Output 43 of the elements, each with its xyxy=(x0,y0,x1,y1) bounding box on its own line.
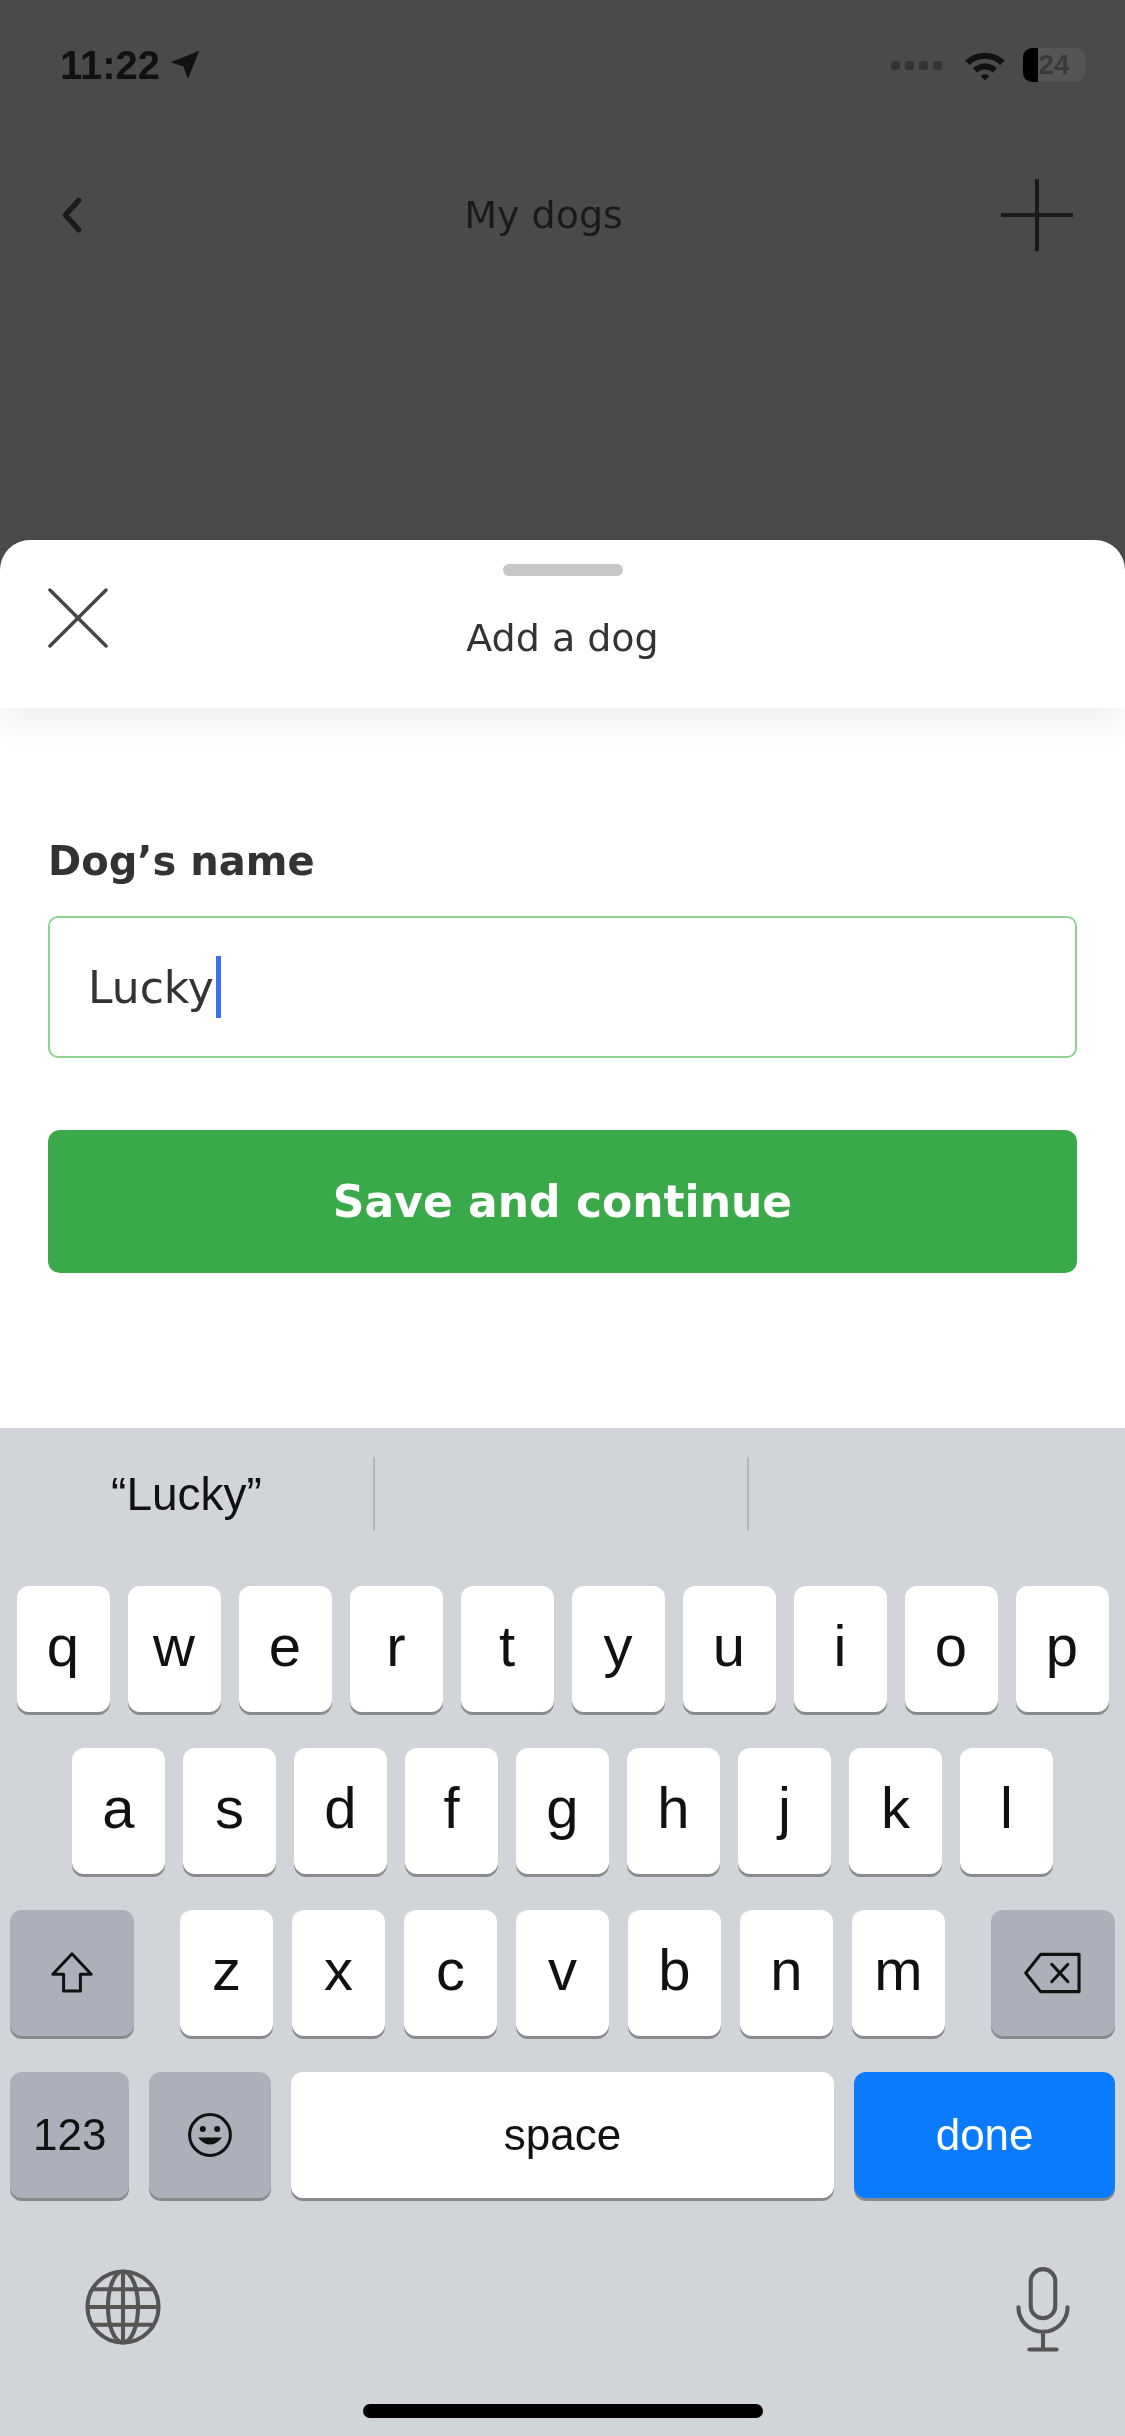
close-icon[interactable] xyxy=(48,588,108,648)
letter-key[interactable]: t xyxy=(460,1586,554,1712)
letter-key[interactable]: a xyxy=(72,1748,165,1874)
letter-key[interactable]: k xyxy=(849,1748,942,1874)
sheet-title: Add a dog xyxy=(466,616,659,660)
letter-key[interactable]: c xyxy=(404,1910,497,2036)
emoji-key[interactable] xyxy=(149,2072,271,2198)
letter-key[interactable]: x xyxy=(292,1910,385,2036)
smiley-icon xyxy=(186,2111,235,2159)
backspace-icon xyxy=(1022,1950,1084,1996)
shift-key[interactable] xyxy=(10,1910,134,2036)
letter-key[interactable]: l xyxy=(960,1748,1053,1874)
microphone-icon[interactable] xyxy=(1013,2266,1073,2354)
letter-key[interactable]: b xyxy=(628,1910,721,2036)
letter-key[interactable]: p xyxy=(1015,1586,1109,1712)
letter-key[interactable]: m xyxy=(852,1910,945,2036)
field-label: Dog’s name xyxy=(48,838,316,884)
letter-key[interactable]: w xyxy=(127,1586,221,1712)
letter-key[interactable]: o xyxy=(904,1586,998,1712)
done-key[interactable]: done xyxy=(854,2072,1115,2198)
letter-key[interactable]: g xyxy=(516,1748,609,1874)
space-key[interactable]: space xyxy=(290,2072,835,2198)
globe-icon[interactable] xyxy=(82,2266,164,2348)
letter-key[interactable]: n xyxy=(740,1910,833,2036)
letter-key[interactable]: z xyxy=(180,1910,273,2036)
letter-key[interactable]: u xyxy=(682,1586,776,1712)
letter-key[interactable]: e xyxy=(238,1586,332,1712)
letter-key[interactable]: h xyxy=(627,1748,720,1874)
letter-key[interactable]: f xyxy=(405,1748,498,1874)
letter-key[interactable]: r xyxy=(349,1586,443,1712)
letter-key[interactable]: i xyxy=(793,1586,887,1712)
suggestion[interactable]: “Lucky” xyxy=(0,1467,373,1521)
drag-handle[interactable] xyxy=(503,564,623,576)
status-time: 11:22 xyxy=(60,42,161,88)
delete-key[interactable] xyxy=(991,1910,1115,2036)
name-input-field[interactable]: Lucky xyxy=(48,916,1077,1058)
letter-key[interactable]: j xyxy=(738,1748,831,1874)
letter-key[interactable]: q xyxy=(16,1586,110,1712)
letter-key[interactable]: s xyxy=(183,1748,276,1874)
letter-key[interactable]: v xyxy=(516,1910,609,2036)
letter-key[interactable]: y xyxy=(571,1586,665,1712)
numbers-key[interactable]: 123 xyxy=(10,2072,130,2198)
letter-key[interactable]: d xyxy=(294,1748,387,1874)
